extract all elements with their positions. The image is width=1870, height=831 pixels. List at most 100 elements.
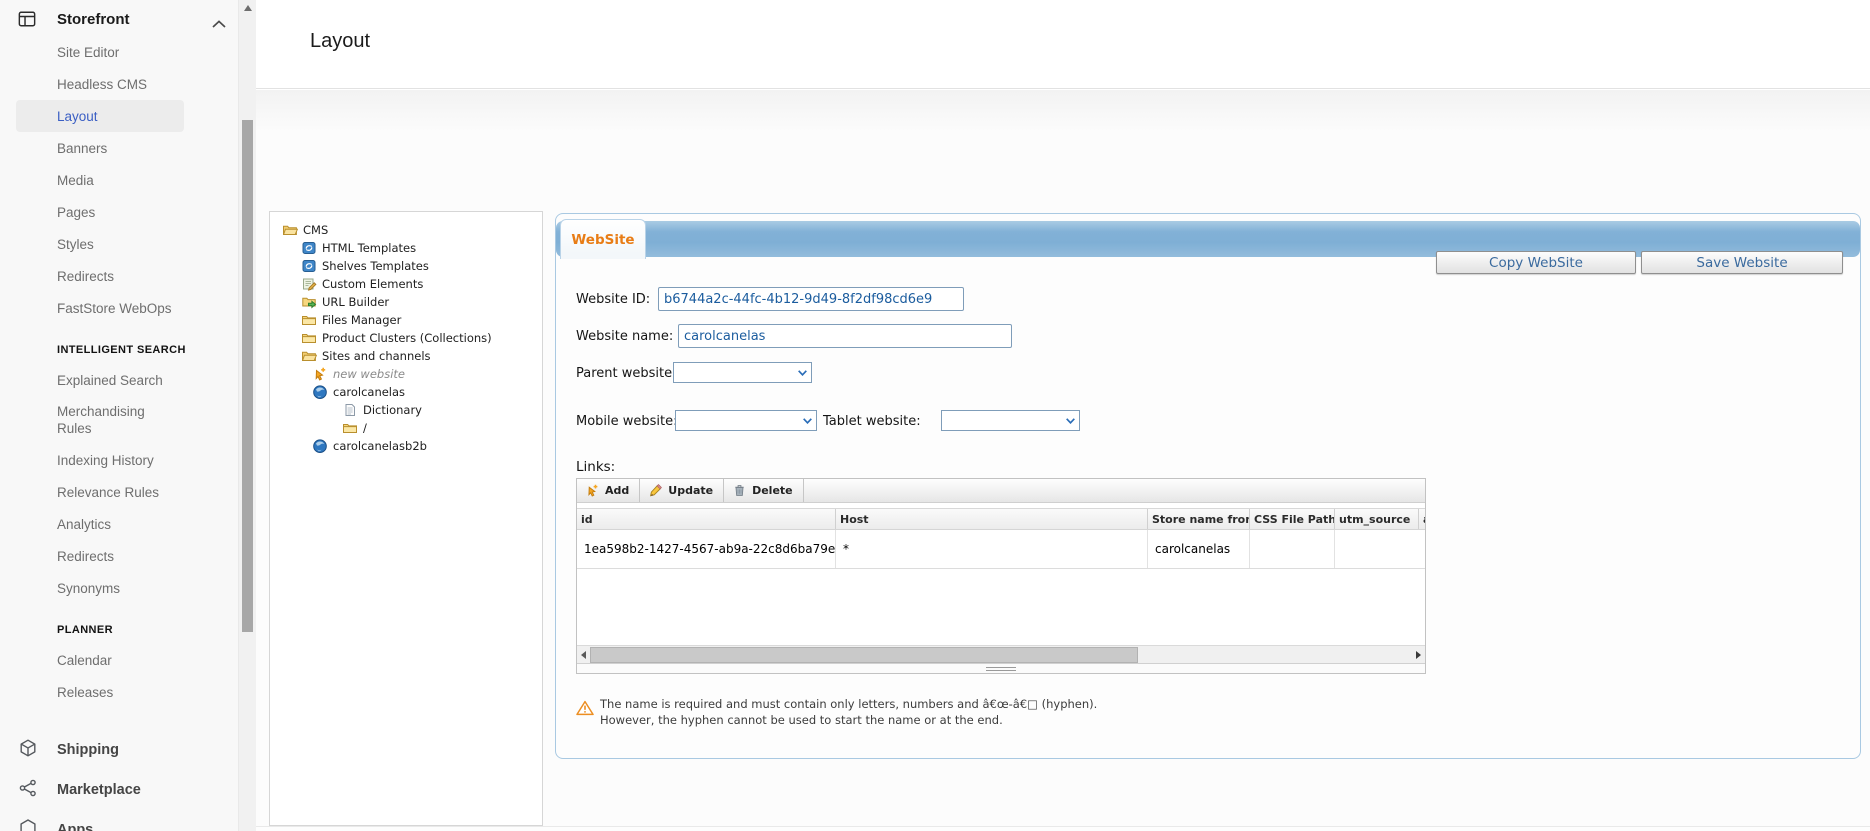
website-globe-icon: [312, 438, 328, 454]
cell-host: *: [835, 530, 1147, 568]
content-area: CMS HTML Templates Shelves Templates Cus…: [256, 90, 1870, 831]
delete-link-button[interactable]: Delete: [724, 479, 804, 502]
sidebar-header: Storefront: [0, 2, 238, 36]
tree-node-sites-and-channels[interactable]: Sites and channels: [270, 347, 542, 365]
column-header-host[interactable]: Host: [835, 509, 1147, 529]
sidebar-item-analytics[interactable]: Analytics: [0, 508, 238, 540]
vtex-admin-page: Storefront Site Editor Headless CMS Layo…: [0, 0, 1870, 831]
tree-node-carolcanelasb2b[interactable]: carolcanelasb2b: [270, 437, 542, 455]
custom-elements-icon: [301, 276, 317, 292]
add-link-button[interactable]: Add: [577, 479, 641, 502]
sidebar-item-media[interactable]: Media: [0, 164, 238, 196]
sidebar-item-search-redirects[interactable]: Redirects: [0, 540, 238, 572]
dropdown-chevron-icon: [798, 370, 807, 376]
parent-website-select[interactable]: [673, 362, 812, 383]
sidebar-item-calendar[interactable]: Calendar: [0, 644, 238, 676]
website-globe-icon: [312, 384, 328, 400]
warning-line-2: However, the hyphen cannot be used to st…: [600, 712, 1003, 727]
dictionary-icon: [342, 402, 358, 418]
folder-icon: [301, 312, 317, 328]
tree-node-new-website[interactable]: new website: [270, 365, 542, 383]
mobile-website-select[interactable]: [675, 410, 817, 431]
column-header-id[interactable]: id: [577, 509, 835, 529]
sidebar-item-faststore-webops[interactable]: FastStore WebOps: [0, 292, 238, 324]
sidebar-item-headless-cms[interactable]: Headless CMS: [0, 68, 238, 100]
warning-icon: [576, 700, 594, 716]
sidebar-item-banners[interactable]: Banners: [0, 132, 238, 164]
template-icon: [301, 240, 317, 256]
tree-node-custom-elements[interactable]: Custom Elements: [270, 275, 542, 293]
sidebar-item-indexing-history[interactable]: Indexing History: [0, 444, 238, 476]
sidebar-item-releases[interactable]: Releases: [0, 676, 238, 708]
table-row[interactable]: 1ea598b2-1427-4567-ab9a-22c8d6ba79eb * c…: [577, 530, 1425, 569]
sidebar-scrollbar-thumb[interactable]: [242, 120, 253, 632]
cell-utm-source: [1334, 530, 1418, 568]
grid-footer: [577, 663, 1425, 673]
sidebar-item-apps[interactable]: Apps: [0, 810, 238, 831]
sidebar-item-redirects[interactable]: Redirects: [0, 260, 238, 292]
column-header-css-file-path[interactable]: CSS File Path: [1249, 509, 1334, 529]
column-header-truncated[interactable]: a: [1418, 509, 1425, 529]
dropdown-chevron-icon: [803, 418, 812, 424]
tree-node-carolcanelas[interactable]: carolcanelas: [270, 383, 542, 401]
parent-website-label: Parent website:: [576, 366, 677, 381]
sidebar-bottom: Shipping Marketplace Apps: [0, 730, 238, 831]
update-link-button[interactable]: Update: [640, 479, 725, 502]
links-label: Links:: [576, 459, 616, 475]
grid-scrollbar-thumb[interactable]: [590, 647, 1138, 663]
sidebar-title: Storefront: [57, 10, 130, 28]
folder-open-icon: [301, 348, 318, 364]
add-icon: [588, 484, 598, 497]
column-header-store-name[interactable]: Store name from LM: [1147, 509, 1249, 529]
url-builder-icon: [301, 294, 317, 310]
website-name-input[interactable]: [678, 324, 1012, 348]
tree-node-html-templates[interactable]: HTML Templates: [270, 239, 542, 257]
tablet-website-select[interactable]: [941, 410, 1080, 431]
sidebar-item-relevance-rules[interactable]: Relevance Rules: [0, 476, 238, 508]
dropdown-chevron-icon: [1066, 418, 1075, 424]
tablet-website-label: Tablet website:: [823, 414, 921, 429]
cell-store-name: carolcanelas: [1147, 530, 1249, 568]
scroll-left-icon[interactable]: [581, 651, 586, 659]
tree-node-url-builder[interactable]: URL Builder: [270, 293, 542, 311]
tree-node-dictionary[interactable]: Dictionary: [270, 401, 542, 419]
tree-node-shelves-templates[interactable]: Shelves Templates: [270, 257, 542, 275]
column-header-utm-source[interactable]: utm_source: [1334, 509, 1418, 529]
sidebar-item-styles[interactable]: Styles: [0, 228, 238, 260]
cms-tree-panel: CMS HTML Templates Shelves Templates Cus…: [269, 211, 543, 826]
grid-resize-grip[interactable]: [986, 667, 1016, 671]
folder-open-icon: [282, 222, 299, 238]
sidebar-item-pages[interactable]: Pages: [0, 196, 238, 228]
sidebar-section-intelligent-search: INTELLIGENT SEARCH: [57, 344, 186, 356]
save-website-button[interactable]: Save Website: [1641, 251, 1843, 274]
website-panel: WebSite Copy WebSite Save Website Websit…: [555, 213, 1861, 759]
sidebar-item-shipping[interactable]: Shipping: [0, 730, 238, 770]
storefront-icon: [18, 10, 36, 28]
template-icon: [301, 258, 317, 274]
tree-node-cms[interactable]: CMS: [270, 221, 542, 239]
tab-website[interactable]: WebSite: [560, 219, 646, 259]
cell-id: 1ea598b2-1427-4567-ab9a-22c8d6ba79eb: [584, 542, 835, 556]
sidebar-item-site-editor[interactable]: Site Editor: [0, 36, 238, 68]
copy-website-button[interactable]: Copy WebSite: [1436, 251, 1636, 274]
sidebar-item-explained-search[interactable]: Explained Search: [0, 364, 238, 396]
cell-css-file-path: [1249, 530, 1334, 568]
sidebar-item-synonyms[interactable]: Synonyms: [0, 572, 238, 604]
folder-icon: [301, 330, 317, 346]
scroll-right-icon[interactable]: [1416, 651, 1421, 659]
scroll-up-icon[interactable]: [244, 5, 252, 11]
sidebar-item-layout[interactable]: Layout: [16, 100, 184, 132]
folder-icon: [342, 420, 358, 436]
delete-icon: [735, 485, 744, 496]
tree-node-files-manager[interactable]: Files Manager: [270, 311, 542, 329]
website-name-label: Website name:: [576, 329, 674, 344]
tree-node-product-clusters[interactable]: Product Clusters (Collections): [270, 329, 542, 347]
sidebar-item-marketplace[interactable]: Marketplace: [0, 770, 238, 810]
website-id-label: Website ID:: [576, 292, 651, 307]
chevron-up-icon[interactable]: [212, 15, 226, 28]
tree-node-root-slash[interactable]: /: [270, 419, 542, 437]
sidebar-item-merchandising-rules[interactable]: Merchandising Rules: [0, 396, 238, 444]
website-id-input[interactable]: [658, 287, 964, 311]
sidebar-scrollbar[interactable]: [238, 0, 256, 831]
grid-horizontal-scrollbar[interactable]: [577, 645, 1425, 663]
